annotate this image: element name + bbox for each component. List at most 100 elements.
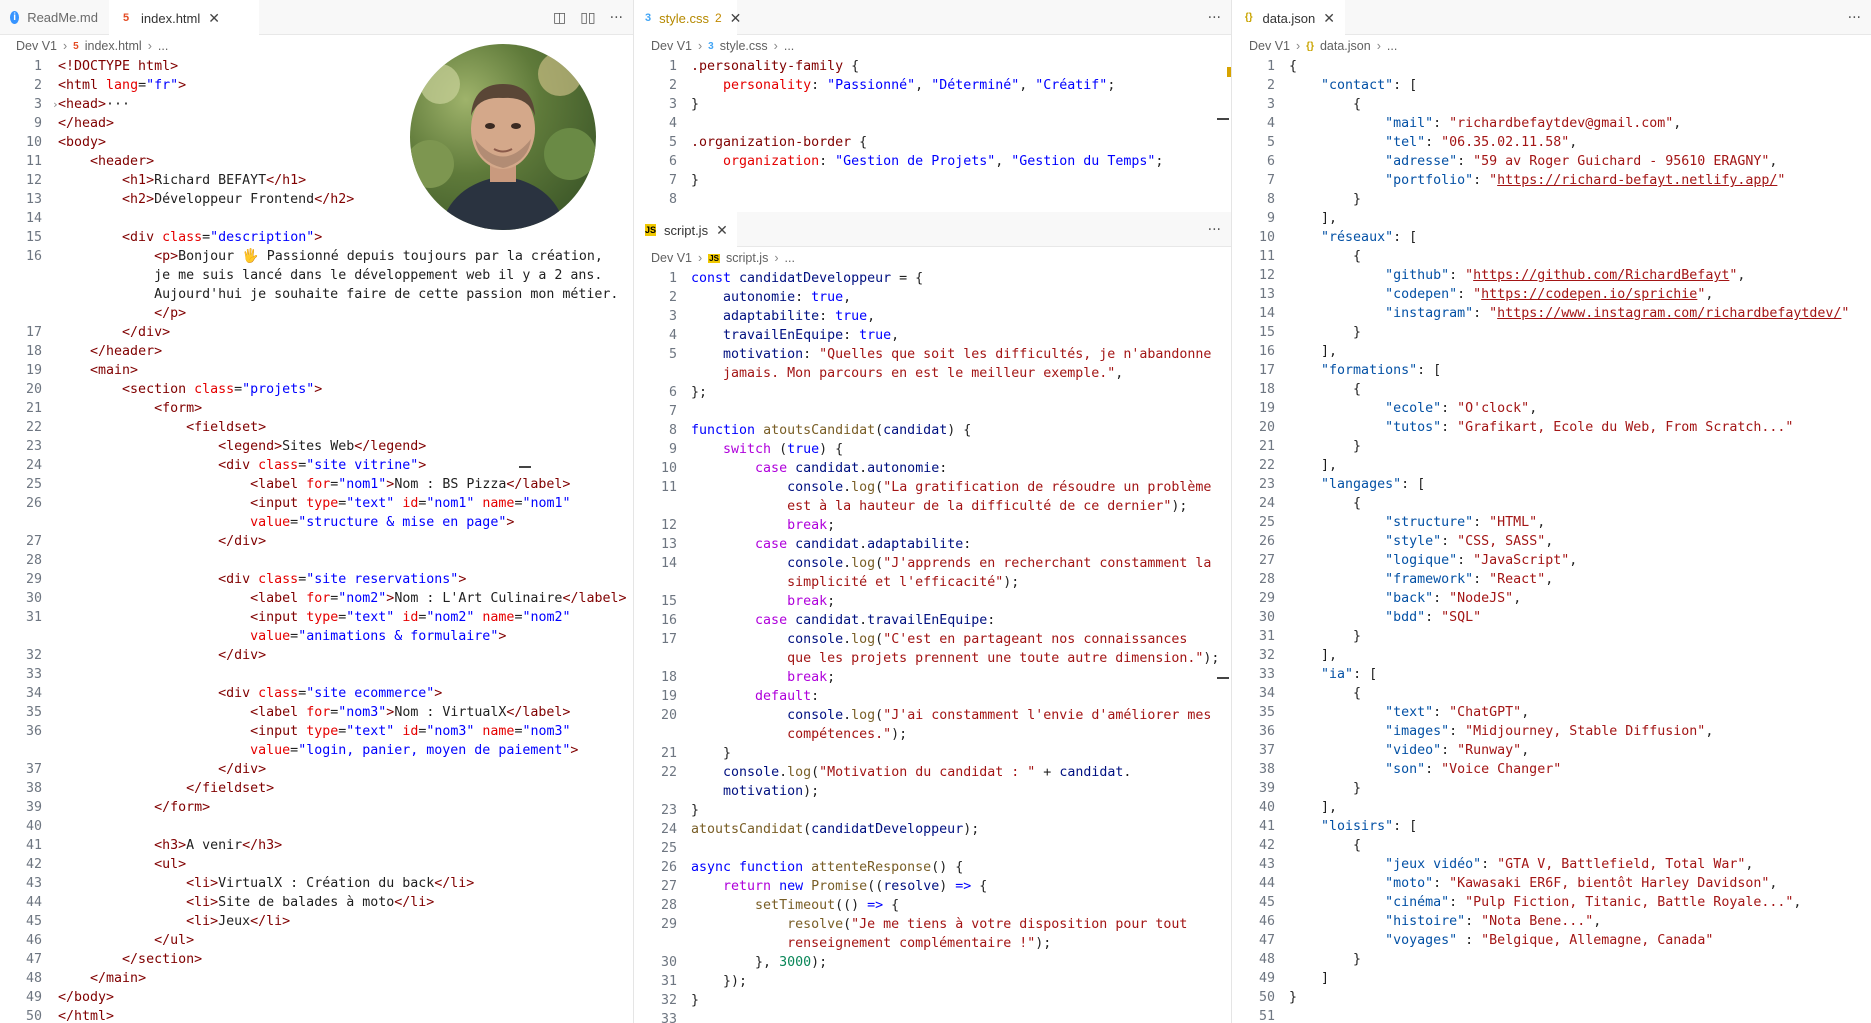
code-line[interactable]: 38 </fieldset>	[0, 779, 633, 798]
code-line[interactable]: 21 }	[1233, 437, 1871, 456]
code-line[interactable]: 13 case candidat.adaptabilite:	[635, 535, 1231, 554]
code-line[interactable]: 35 "text": "ChatGPT",	[1233, 703, 1871, 722]
code-line[interactable]: 9 ],	[1233, 209, 1871, 228]
code-line[interactable]: 3 {	[1233, 95, 1871, 114]
code-line[interactable]: motivation);	[635, 782, 1231, 801]
tab-script-js[interactable]: JS script.js ✕	[635, 212, 737, 248]
code-line[interactable]: 17 </div>	[0, 323, 633, 342]
code-line[interactable]: 51	[1233, 1007, 1871, 1023]
code-line[interactable]: 32 ],	[1233, 646, 1871, 665]
code-line[interactable]: 47 "voyages" : "Belgique, Allemagne, Can…	[1233, 931, 1871, 950]
code-line[interactable]: 18 {	[1233, 380, 1871, 399]
code-line[interactable]: 23 "langages": [	[1233, 475, 1871, 494]
code-editor-js[interactable]: 1 const candidatDeveloppeur = {2 autonomi…	[635, 269, 1231, 1023]
code-line[interactable]: 48 }	[1233, 950, 1871, 969]
code-line[interactable]: 18 break;	[635, 668, 1231, 687]
code-line[interactable]: je me suis lancé dans le développement w…	[0, 266, 633, 285]
code-line[interactable]: 44 "moto": "Kawasaki ER6F, bientôt Harle…	[1233, 874, 1871, 893]
code-line[interactable]: 45 "cinéma": "Pulp Fiction, Titanic, Bat…	[1233, 893, 1871, 912]
code-line[interactable]: 29 "back": "NodeJS",	[1233, 589, 1871, 608]
code-line[interactable]: </p>	[0, 304, 633, 323]
code-line[interactable]: 32}	[635, 991, 1231, 1010]
code-editor-css[interactable]: 1 .personality-family {2 personality: "Pa…	[635, 57, 1231, 209]
close-icon[interactable]: ✕	[208, 10, 220, 27]
code-line[interactable]: 16 case candidat.travailEnEquipe:	[635, 611, 1231, 630]
code-line[interactable]: 14 console.log("J'apprends en recherchan…	[635, 554, 1231, 573]
code-line[interactable]: 29 <div class="site reservations">	[0, 570, 633, 589]
code-line[interactable]: 28 setTimeout(() => {	[635, 896, 1231, 915]
code-line[interactable]: 4 travailEnEquipe: true,	[635, 326, 1231, 345]
code-line[interactable]: 7}	[635, 171, 1231, 190]
code-line[interactable]: 2 "contact": [	[1233, 76, 1871, 95]
breadcrumb-folder[interactable]: Dev V1	[1249, 39, 1290, 53]
code-line[interactable]: 25 <label for="nom1">Nom : BS Pizza</lab…	[0, 475, 633, 494]
code-line[interactable]: 33 "ia": [	[1233, 665, 1871, 684]
code-line[interactable]: 4 "mail": "richardbefaytdev@gmail.com",	[1233, 114, 1871, 133]
code-line[interactable]: 19 "ecole": "O'clock",	[1233, 399, 1871, 418]
code-line[interactable]: 31 });	[635, 972, 1231, 991]
code-line[interactable]: 29 resolve("Je me tiens à votre disposit…	[635, 915, 1231, 934]
code-line[interactable]: 49 </body>	[0, 988, 633, 1007]
code-line[interactable]: 33	[635, 1010, 1231, 1023]
code-line[interactable]: 30 <label for="nom2">Nom : L'Art Culinai…	[0, 589, 633, 608]
code-line[interactable]: 11 {	[1233, 247, 1871, 266]
code-line[interactable]: 19 default:	[635, 687, 1231, 706]
code-line[interactable]: 22 ],	[1233, 456, 1871, 475]
code-line[interactable]: jamais. Mon parcours en est le meilleur …	[635, 364, 1231, 383]
code-line[interactable]: 16 ],	[1233, 342, 1871, 361]
breadcrumb-more[interactable]: ...	[1387, 39, 1397, 53]
code-line[interactable]: 31 }	[1233, 627, 1871, 646]
code-line[interactable]: 1 .personality-family {	[635, 57, 1231, 76]
code-line[interactable]: 46 "histoire": "Nota Bene...",	[1233, 912, 1871, 931]
code-line[interactable]: 40 ],	[1233, 798, 1871, 817]
code-line[interactable]: 3 adaptabilite: true,	[635, 307, 1231, 326]
code-line[interactable]: renseignement complémentaire !");	[635, 934, 1231, 953]
code-line[interactable]: 30 }, 3000);	[635, 953, 1231, 972]
code-line[interactable]: 24 {	[1233, 494, 1871, 513]
code-line[interactable]: value="animations & formulaire">	[0, 627, 633, 646]
code-line[interactable]: 27 </div>	[0, 532, 633, 551]
tab-data-json[interactable]: {} data.json ✕	[1233, 0, 1345, 36]
code-line[interactable]: 4	[635, 114, 1231, 133]
code-line[interactable]: 46 </ul>	[0, 931, 633, 950]
code-line[interactable]: 23}	[635, 801, 1231, 820]
code-line[interactable]: 5 .organization-border {	[635, 133, 1231, 152]
code-line[interactable]: 21 <form>	[0, 399, 633, 418]
breadcrumb-file[interactable]: style.css	[720, 39, 768, 53]
preview-icon[interactable]: ◫	[553, 10, 566, 26]
code-line[interactable]: 26 async function attenteResponse() {	[635, 858, 1231, 877]
code-line[interactable]: 37 </div>	[0, 760, 633, 779]
code-line[interactable]: 31 <input type="text" id="nom2" name="no…	[0, 608, 633, 627]
close-icon[interactable]: ✕	[716, 222, 728, 239]
code-line[interactable]: 12 "github": "https://github.com/Richard…	[1233, 266, 1871, 285]
code-line[interactable]: simplicité et l'efficacité");	[635, 573, 1231, 592]
code-line[interactable]: 2 personality: "Passionné", "Déterminé",…	[635, 76, 1231, 95]
code-line[interactable]: value="login, panier, moyen de paiement"…	[0, 741, 633, 760]
code-line[interactable]: 6 "adresse": "59 av Roger Guichard - 956…	[1233, 152, 1871, 171]
code-line[interactable]: 8 }	[1233, 190, 1871, 209]
code-line[interactable]: Aujourd'hui je souhaite faire de cette p…	[0, 285, 633, 304]
code-line[interactable]: 50 </html>	[0, 1007, 633, 1023]
code-line[interactable]: 47 </section>	[0, 950, 633, 969]
code-line[interactable]: 34 {	[1233, 684, 1871, 703]
code-line[interactable]: 20 console.log("J'ai constamment l'envie…	[635, 706, 1231, 725]
code-line[interactable]: 27 return new Promise((resolve) => {	[635, 877, 1231, 896]
code-line[interactable]: value="structure & mise en page">	[0, 513, 633, 532]
more-actions-icon[interactable]: ···	[610, 10, 623, 26]
breadcrumb-file[interactable]: script.js	[726, 251, 768, 265]
code-line[interactable]: 8	[635, 190, 1231, 209]
code-line[interactable]: 1 const candidatDeveloppeur = {	[635, 269, 1231, 288]
code-line[interactable]: 19 <main>	[0, 361, 633, 380]
code-line[interactable]: 43 "jeux vidéo": "GTA V, Battlefield, To…	[1233, 855, 1871, 874]
code-line[interactable]: 2 autonomie: true,	[635, 288, 1231, 307]
code-line[interactable]: 36 "images": "Midjourney, Stable Diffusi…	[1233, 722, 1871, 741]
code-line[interactable]: 42 <ul>	[0, 855, 633, 874]
code-line[interactable]: 12 break;	[635, 516, 1231, 535]
code-line[interactable]: 24 <div class="site vitrine">	[0, 456, 633, 475]
tab-readme[interactable]: i ReadMe.md	[0, 0, 108, 35]
more-actions-icon[interactable]: ···	[1208, 10, 1221, 26]
code-line[interactable]: 25 "structure": "HTML",	[1233, 513, 1871, 532]
code-line[interactable]: 13 "codepen": "https://codepen.io/sprich…	[1233, 285, 1871, 304]
code-line[interactable]: 34 <div class="site ecommerce">	[0, 684, 633, 703]
code-line[interactable]: 32 </div>	[0, 646, 633, 665]
